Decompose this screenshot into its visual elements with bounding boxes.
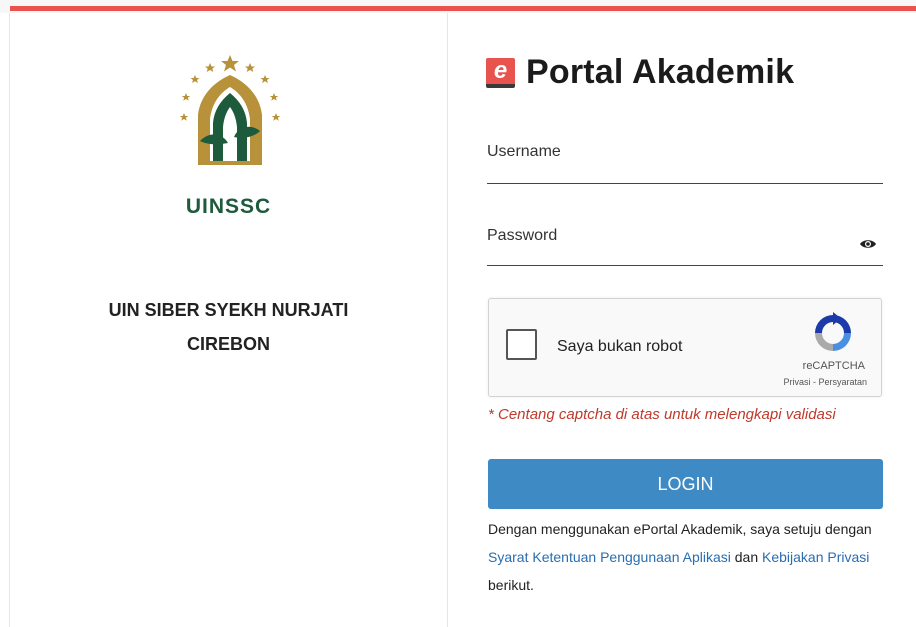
branding-panel: UINSSC UIN SIBER SYEKH NURJATI CIREBON xyxy=(10,13,447,627)
university-name-line2: CIREBON xyxy=(186,334,270,354)
university-logo xyxy=(179,55,281,165)
login-panel: e Portal Akademik Username Password Saya… xyxy=(448,13,916,627)
recaptcha-brand: reCAPTCHA xyxy=(802,360,865,372)
top-accent-line xyxy=(10,6,916,11)
recaptcha-icon xyxy=(815,312,851,351)
captcha-warning: * Centang captcha di atas untuk melengka… xyxy=(488,406,836,423)
password-field[interactable]: Password xyxy=(487,218,883,266)
top-bar xyxy=(0,0,916,13)
terms-prefix: Dengan menggunakan ePortal Akademik, say… xyxy=(488,521,872,537)
password-label: Password xyxy=(487,227,558,244)
eportal-logo-icon: e xyxy=(486,57,515,88)
captcha-checkbox[interactable] xyxy=(506,329,537,360)
captcha-checkbox-label: Saya bukan robot xyxy=(557,338,683,355)
terms-of-use-link[interactable]: Syarat Ketentuan Penggunaan Aplikasi xyxy=(488,549,731,565)
login-button[interactable]: LOGIN xyxy=(488,459,883,509)
username-field[interactable]: Username xyxy=(487,135,883,184)
terms-notice: Dengan menggunakan ePortal Akademik, say… xyxy=(488,515,898,599)
terms-suffix: berikut. xyxy=(488,577,534,593)
recaptcha-links[interactable]: Privasi - Persyaratan xyxy=(783,377,867,387)
portal-brand: e Portal Akademik xyxy=(486,53,794,92)
eye-icon[interactable] xyxy=(859,238,877,250)
recaptcha-widget: Saya bukan robot reCAPTCHA Privasi - Per… xyxy=(488,298,882,397)
privacy-policy-link[interactable]: Kebijakan Privasi xyxy=(762,549,869,565)
username-label: Username xyxy=(487,143,561,160)
portal-title: Portal Akademik xyxy=(526,53,795,91)
terms-middle: dan xyxy=(734,549,759,565)
logo-wordmark: UINSSC xyxy=(185,195,272,218)
university-name-line1: UIN SIBER SYEKH NURJATI xyxy=(108,300,349,320)
university-name: UIN SIBER SYEKH NURJATI CIREBON xyxy=(10,293,447,361)
